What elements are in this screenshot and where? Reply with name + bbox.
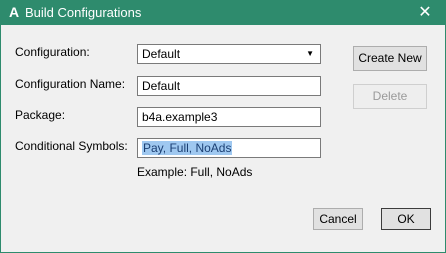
configuration-select[interactable]: Default ▼ xyxy=(137,44,321,64)
example-hint: Example: Full, NoAds xyxy=(137,165,253,179)
package-label: Package: xyxy=(15,108,66,122)
configuration-name-label: Configuration Name: xyxy=(15,77,126,91)
configuration-name-input[interactable]: Default xyxy=(137,76,321,96)
conditional-symbols-label: Conditional Symbols: xyxy=(15,139,128,153)
create-new-button[interactable]: Create New xyxy=(353,46,427,71)
close-icon[interactable]: ✕ xyxy=(405,1,445,25)
configuration-label: Configuration: xyxy=(15,45,90,59)
b4a-app-icon: A xyxy=(8,4,20,20)
ok-button[interactable]: OK xyxy=(381,208,431,230)
conditional-symbols-input[interactable]: Pay, Full, NoAds xyxy=(137,138,321,158)
delete-button[interactable]: Delete xyxy=(353,84,427,109)
configuration-select-value: Default xyxy=(142,47,181,61)
cancel-button[interactable]: Cancel xyxy=(313,208,363,230)
dialog-title: Build Configurations xyxy=(25,5,142,20)
package-input[interactable]: b4a.example3 xyxy=(137,107,321,127)
chevron-down-icon: ▼ xyxy=(306,49,314,58)
conditional-symbols-value: Pay, Full, NoAds xyxy=(142,141,233,155)
build-configurations-dialog: A Build Configurations ✕ Configuration: … xyxy=(0,0,446,253)
title-bar[interactable]: A Build Configurations ✕ xyxy=(1,1,445,25)
package-value: b4a.example3 xyxy=(142,110,218,124)
configuration-name-value: Default xyxy=(142,79,181,93)
